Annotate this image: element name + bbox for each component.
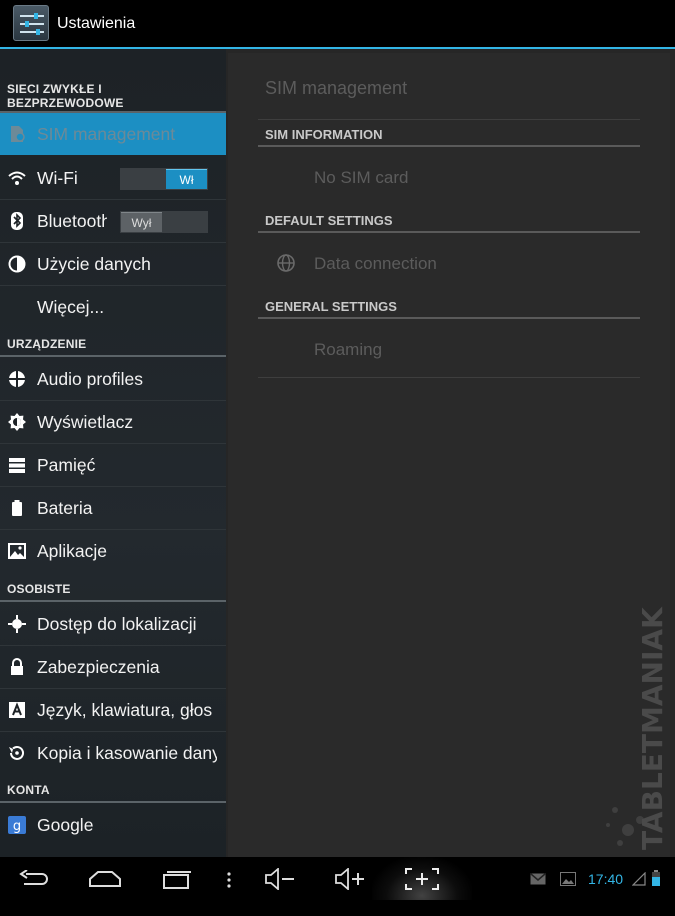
backup-restore-icon <box>9 745 24 760</box>
sidebar-item-display[interactable]: Wyświetlacz <box>0 401 226 443</box>
brightness-icon <box>8 413 26 431</box>
sidebar-item-label: Audio profiles <box>37 369 144 389</box>
volume-down-button[interactable] <box>264 868 298 911</box>
section-header-general-settings: GENERAL SETTINGS <box>265 299 397 314</box>
signal-icon <box>632 872 646 886</box>
section-divider <box>258 231 640 233</box>
image-icon <box>560 872 576 886</box>
sidebar-item-bluetooth[interactable]: Bluetooth Wył <box>0 200 226 242</box>
screenshot-button[interactable] <box>404 867 440 910</box>
sidebar-item-battery[interactable]: Bateria <box>0 487 226 529</box>
sidebar-item-security[interactable]: Zabezpieczenia <box>0 646 226 688</box>
volume-up-button[interactable] <box>334 868 368 911</box>
battery-indicator <box>651 870 661 913</box>
sidebar-item-label: Kopia i kasowanie danych <box>37 743 217 763</box>
sidebar-item-google[interactable]: g Google <box>0 804 226 846</box>
toggle-state: Wył <box>121 212 162 232</box>
mail-icon <box>530 873 546 885</box>
home-button[interactable] <box>88 870 122 913</box>
recent-apps-icon <box>163 871 191 889</box>
watermark-text: TABLETMANIAK <box>636 606 669 850</box>
settings-app-icon[interactable] <box>13 5 49 41</box>
detail-title: SIM management <box>265 78 408 98</box>
sidebar-item-wifi[interactable]: Wi-Fi Wł <box>0 157 226 199</box>
section-header-device: URZĄDZENIE <box>7 337 87 351</box>
battery-status-icon <box>652 870 660 886</box>
sidebar-item-label: Wi-Fi <box>37 168 78 188</box>
data-usage-icon <box>8 255 26 273</box>
divider <box>258 377 640 378</box>
sidebar-item-label: Zabezpieczenia <box>37 657 160 677</box>
sim-card-icon <box>11 126 25 142</box>
section-divider <box>0 801 226 803</box>
section-divider <box>258 317 640 319</box>
globe-icon <box>277 254 295 272</box>
sidebar-item-label: Aplikacje <box>37 541 108 561</box>
sidebar-item-label: Dostęp do lokalizacji <box>37 614 197 634</box>
svg-text:g: g <box>13 819 21 834</box>
audio-profiles-icon <box>9 371 25 387</box>
sidebar-item-label: SIM management <box>37 124 176 144</box>
sidebar-item-more[interactable]: Więcej... <box>0 286 226 328</box>
lock-icon <box>11 658 23 675</box>
section-header-accounts: KONTA <box>7 783 50 797</box>
menu-button[interactable] <box>225 870 233 913</box>
section-header-sim-information: SIM INFORMATION <box>265 127 383 142</box>
app-title: Ustawienia <box>57 15 136 32</box>
screenshot-notification[interactable] <box>560 872 576 915</box>
sidebar-item-label: Bluetooth <box>37 211 107 231</box>
back-icon <box>19 870 48 885</box>
sidebar-item-label: Google <box>37 815 94 835</box>
keyboard-language-icon <box>9 702 25 718</box>
overflow-menu-icon <box>227 872 231 888</box>
section-divider <box>258 145 640 147</box>
sidebar-item-label: Język, klawiatura, głos <box>37 700 213 720</box>
divider <box>258 119 640 120</box>
sidebar-item-label: Pamięć <box>37 455 96 475</box>
sidebar-item-audio-profiles[interactable]: Audio profiles <box>0 358 226 400</box>
section-header-wireless: SIECI ZWYKŁE I BEZPRZEWODOWE <box>7 82 124 110</box>
wifi-toggle[interactable]: Wł <box>120 168 208 190</box>
back-button[interactable] <box>18 870 50 913</box>
volume-down-icon <box>265 868 294 890</box>
signal-indicator <box>632 872 648 915</box>
bluetooth-icon <box>11 212 23 230</box>
sidebar-item-storage[interactable]: Pamięć <box>0 444 226 486</box>
no-sim-card-item: No SIM card <box>314 168 409 187</box>
sidebar-item-backup[interactable]: Kopia i kasowanie danych <box>0 732 226 774</box>
sidebar-item-label: Więcej... <box>37 297 105 317</box>
toggle-state: Wł <box>166 169 207 189</box>
section-divider <box>0 355 226 357</box>
sidebar-item-apps[interactable]: Aplikacje <box>0 530 226 572</box>
wifi-icon <box>8 171 26 185</box>
sidebar-item-sim-management[interactable]: SIM management <box>0 113 226 155</box>
section-divider <box>0 600 226 602</box>
sidebar-item-label: Wyświetlacz <box>37 412 134 432</box>
volume-up-icon <box>335 868 364 890</box>
data-connection-item[interactable]: Data connection <box>314 254 437 274</box>
sidebar-item-label: Użycie danych <box>37 254 151 274</box>
status-clock[interactable]: 17:40 <box>588 871 623 887</box>
roaming-item[interactable]: Roaming <box>314 340 382 360</box>
sidebar-item-language[interactable]: Język, klawiatura, głos <box>0 689 226 731</box>
gmail-notification[interactable] <box>530 873 546 916</box>
battery-icon <box>12 500 22 516</box>
google-icon: g <box>8 816 26 834</box>
section-header-personal: OSOBISTE <box>7 582 71 596</box>
apps-icon <box>8 543 26 559</box>
sidebar-item-data-usage[interactable]: Użycie danych <box>0 243 226 285</box>
location-icon <box>8 615 26 633</box>
bluetooth-toggle[interactable]: Wył <box>120 211 208 233</box>
recent-apps-button[interactable] <box>160 870 192 913</box>
tabletmaniak-watermark: TABLETMANIAK <box>606 606 669 850</box>
sidebar-item-location[interactable]: Dostęp do lokalizacji <box>0 603 226 645</box>
home-icon <box>89 871 121 887</box>
action-bar: Ustawienia <box>0 0 675 49</box>
screenshot-icon <box>405 868 439 890</box>
section-header-default-settings: DEFAULT SETTINGS <box>265 213 393 228</box>
storage-icon <box>9 458 25 473</box>
sidebar-item-label: Bateria <box>37 498 93 518</box>
